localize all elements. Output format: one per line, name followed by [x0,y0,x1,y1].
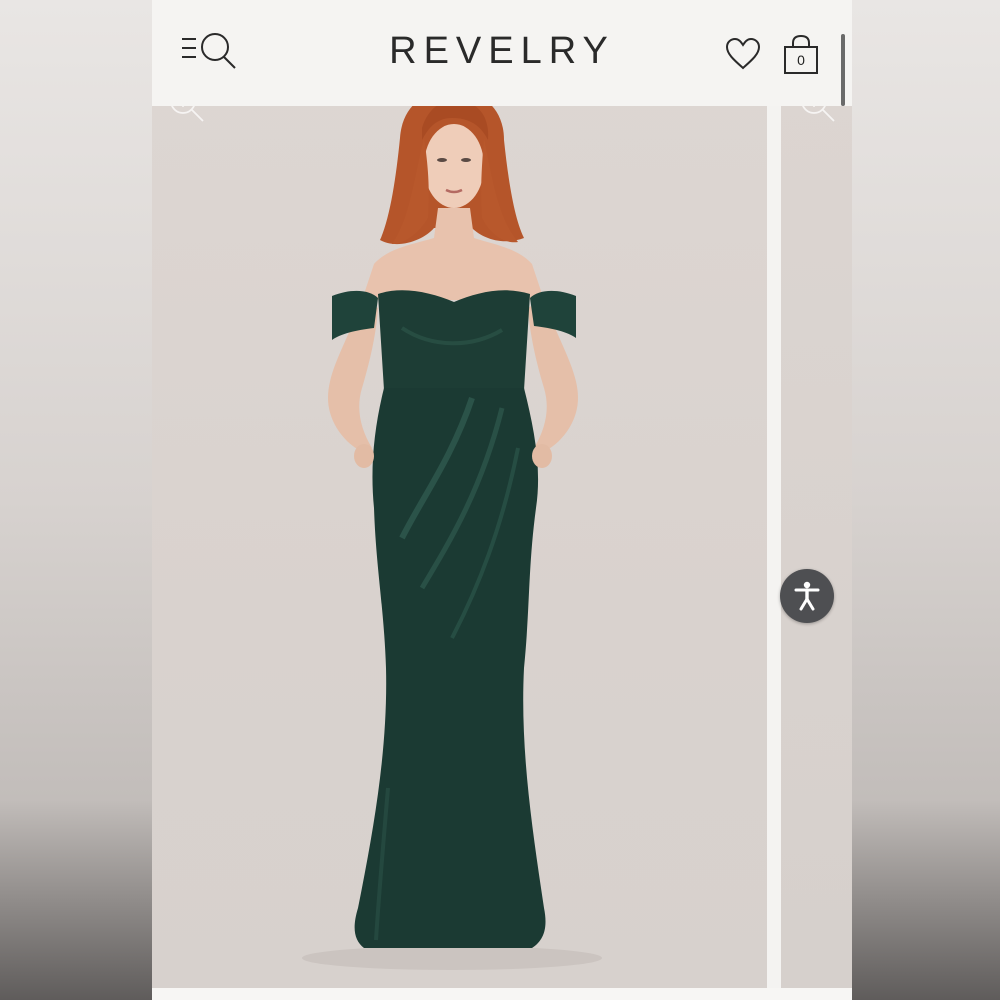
cart-count-badge: 0 [797,52,805,68]
model-photo [302,90,602,970]
right-blur-backdrop [848,0,1000,1000]
mobile-product-page: REVELRY 0 [152,0,852,1000]
left-blur-backdrop [0,0,152,1000]
scrollbar[interactable] [841,34,845,106]
site-header: REVELRY 0 [152,0,852,106]
product-image-next[interactable] [781,68,852,988]
accessibility-icon [794,581,820,611]
heart-icon[interactable] [724,36,762,72]
product-image-main[interactable] [152,68,767,988]
shopping-bag-icon[interactable]: 0 [781,34,821,76]
gallery-bottom-strip [152,988,852,1000]
accessibility-button[interactable] [780,569,834,623]
